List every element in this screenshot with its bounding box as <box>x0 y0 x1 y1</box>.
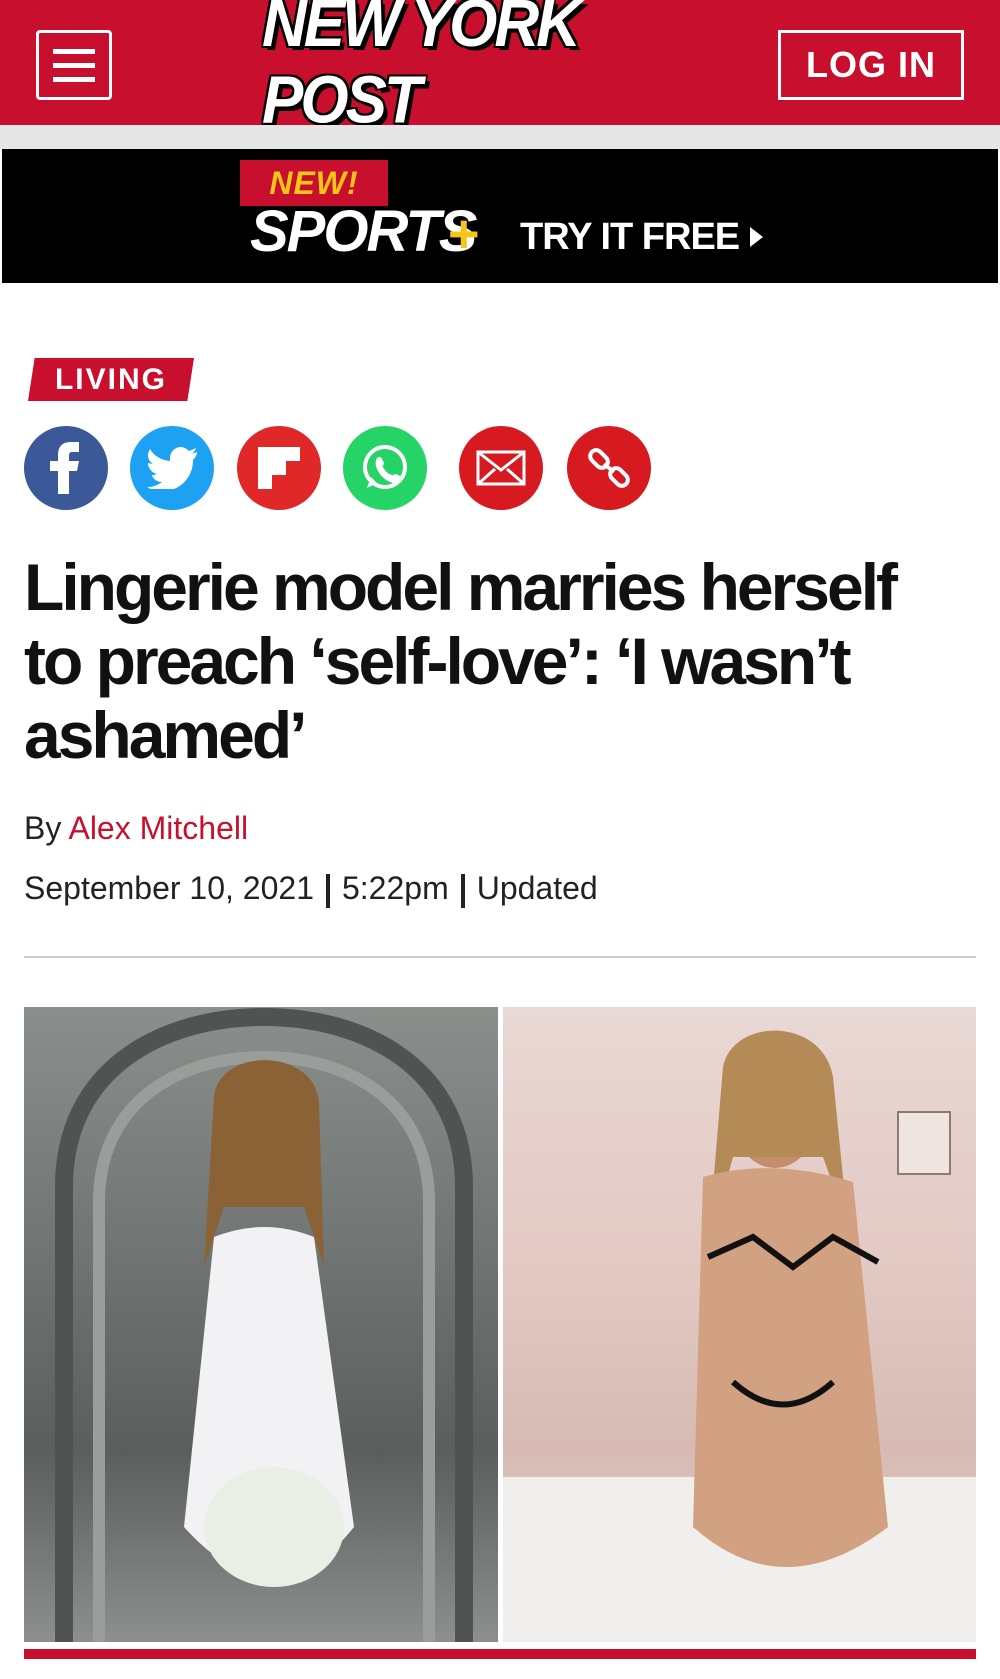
header-divider <box>0 125 1000 149</box>
twitter-icon[interactable] <box>130 426 214 510</box>
sports-plus-promo-banner[interactable] <box>2 149 998 283</box>
bottom-accent-bar <box>24 1649 976 1659</box>
byline: By Alex Mitchell <box>24 808 248 848</box>
site-logo[interactable]: NEW YORK POST <box>262 0 742 138</box>
lead-photo-left[interactable] <box>24 1007 498 1642</box>
divider <box>325 873 330 908</box>
section-tag[interactable]: LIVING <box>28 358 194 401</box>
updated-label: Updated <box>476 870 598 906</box>
content-divider <box>24 956 976 958</box>
menu-line <box>53 48 95 54</box>
publish-time: 5:22pm <box>341 870 449 906</box>
try-it-free-link[interactable]: TRY IT FREE <box>520 215 740 259</box>
photo-left-illustration <box>55 1007 473 1642</box>
dateline: September 10, 2021 5:22pm Updated <box>24 868 598 908</box>
email-icon[interactable] <box>459 426 543 510</box>
flipboard-icon[interactable] <box>237 426 321 510</box>
divider <box>460 873 465 908</box>
logo-text: NEW YORK POST <box>262 0 581 138</box>
whatsapp-icon[interactable] <box>343 426 427 510</box>
menu-line <box>53 62 95 68</box>
article-headline: Lingerie model marries herself to preach… <box>24 550 898 772</box>
login-button[interactable]: LOG IN <box>778 30 964 100</box>
site-header: NEW YORK POST LOG IN <box>0 0 1000 138</box>
hamburger-menu-icon[interactable] <box>36 30 112 100</box>
plus-mark: + <box>448 204 480 264</box>
byline-prefix: By <box>24 810 62 846</box>
lead-photo-right[interactable] <box>503 1007 976 1642</box>
photo-right-illustration <box>503 1030 976 1642</box>
publish-date: September 10, 2021 <box>24 870 314 906</box>
facebook-icon[interactable] <box>24 426 108 510</box>
author-link[interactable]: Alex Mitchell <box>68 810 248 846</box>
link-icon[interactable] <box>567 426 651 510</box>
play-arrow-icon <box>750 227 763 247</box>
menu-line <box>53 76 95 82</box>
sports-plus-logo: SPORTS <box>250 199 477 264</box>
